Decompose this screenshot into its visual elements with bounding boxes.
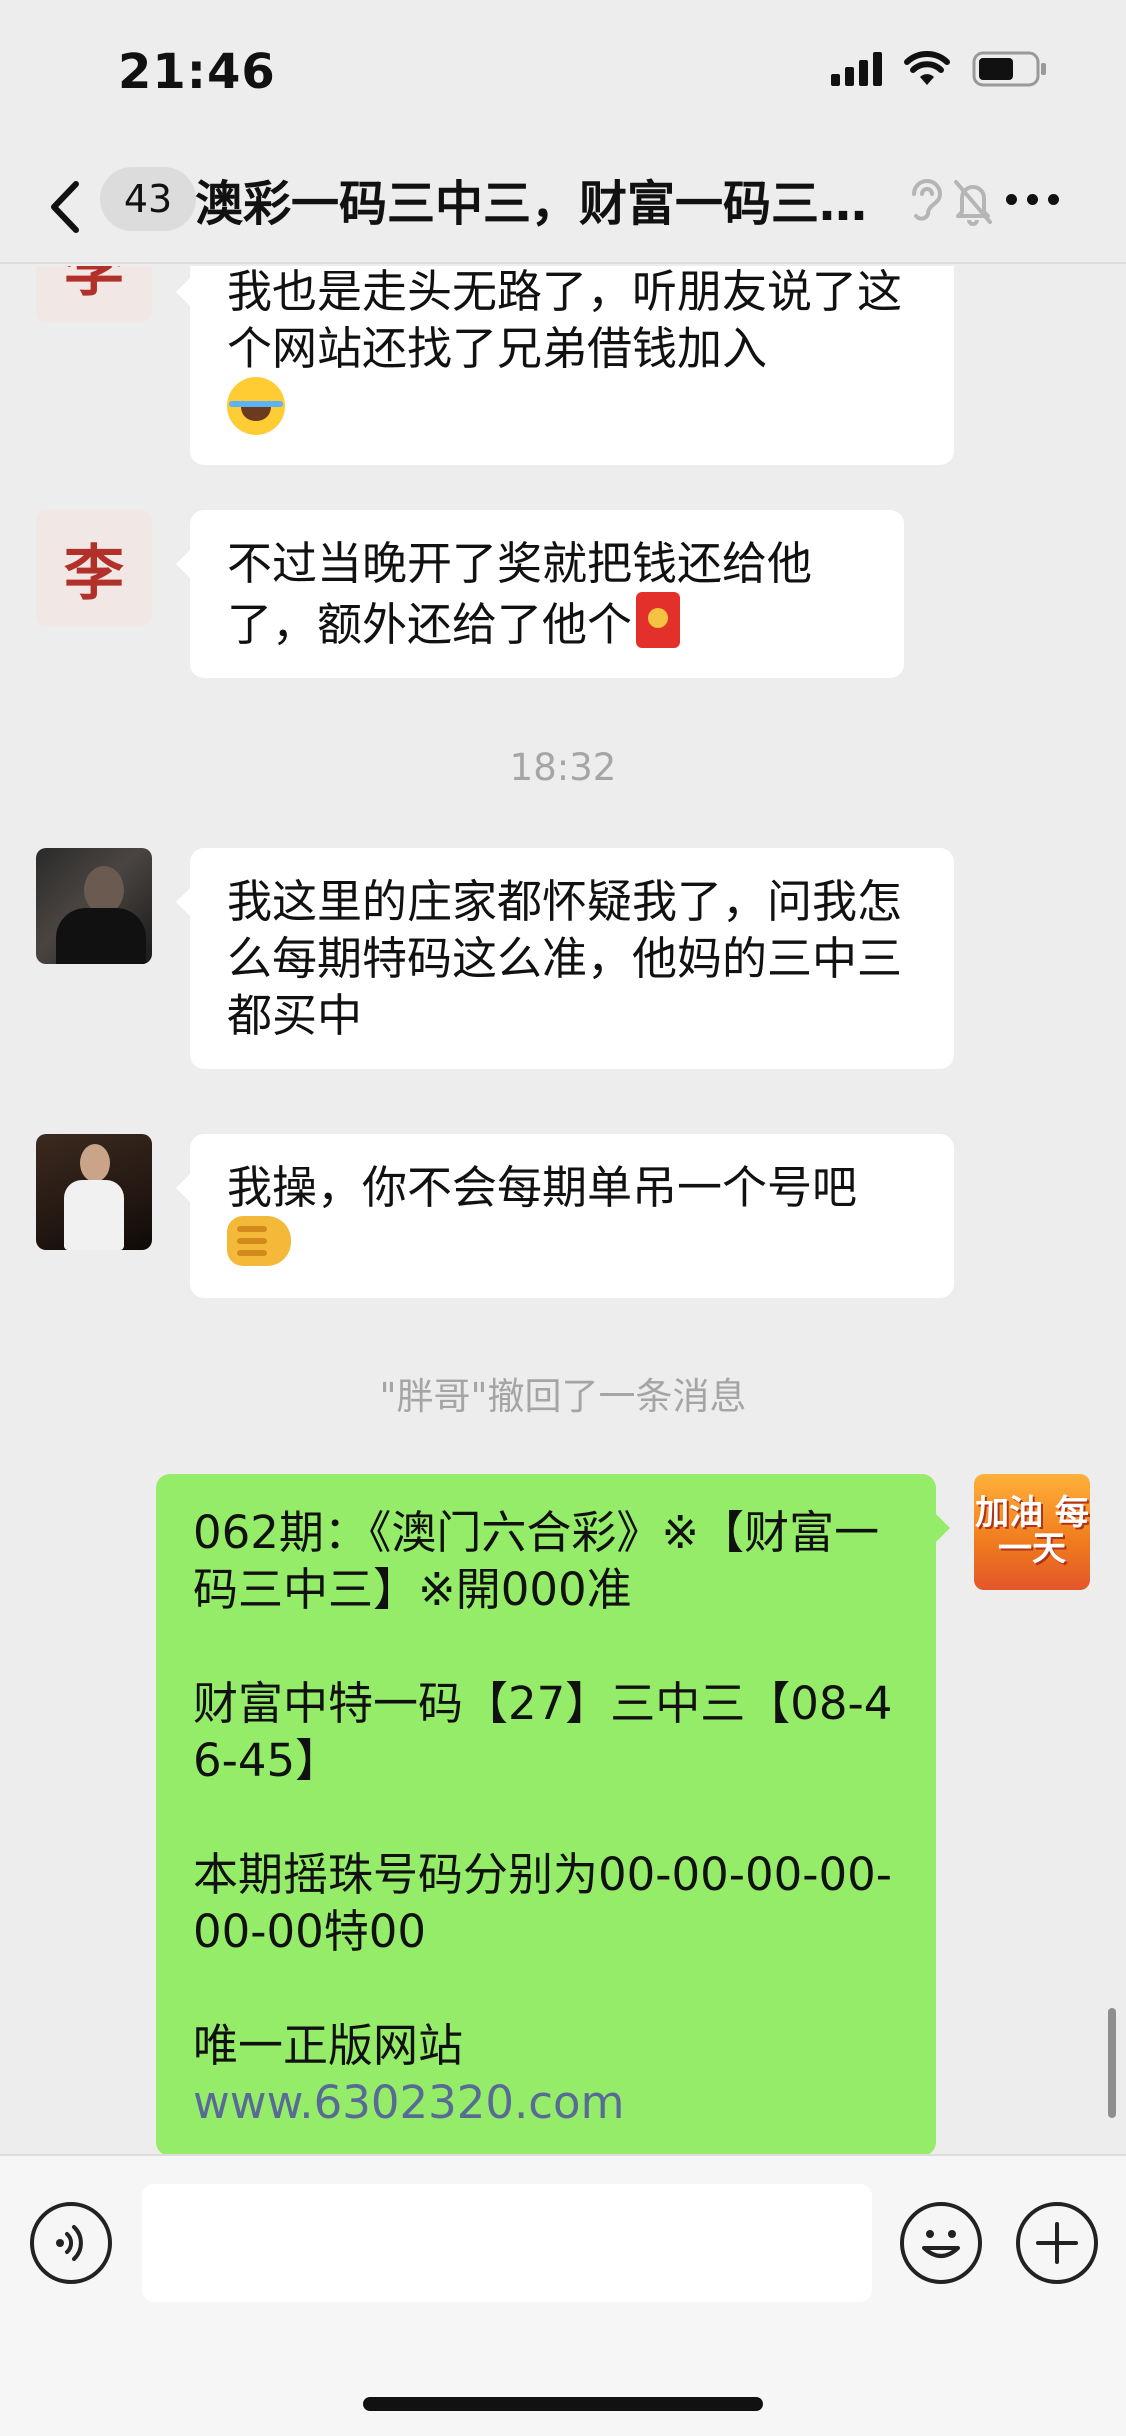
message-paragraph-text: 唯一正版网站 [193,2019,464,2072]
message-bubble[interactable]: 我操，你不会每期单吊一个号吧 [176,1134,954,1298]
chat-title: 澳彩一码三中三，财富一码三… [195,176,868,232]
message-paragraph: 本期摇珠号码分别为00-00-00-00-00-00特00 [193,1848,892,1958]
message-text: 我操，你不会每期单吊一个号吧 [227,1161,858,1214]
laughing-tears-emoji-icon [227,377,285,435]
chevron-left-icon[interactable] [40,174,90,240]
website-link[interactable]: www.6302320.com [193,2076,624,2129]
message-bubble[interactable]: 我也是走头无路了，听朋友说了这个网站还找了兄弟借钱加入 [176,266,954,465]
avatar-text: 加油 每一天 [975,1493,1089,1569]
message-list[interactable]: 李 我也是走头无路了，听朋友说了这个网站还找了兄弟借钱加入 李 不过当晚开了奖就… [0,266,1126,2154]
avatar-text: 李 [64,538,124,609]
scroll-indicator[interactable] [1108,2008,1116,2118]
avatar-text: 李 [64,266,124,305]
voice-icon[interactable] [30,2202,112,2284]
message-bubble[interactable]: 不过当晚开了奖就把钱还给他了，额外还给了他个 [176,510,904,678]
status-bar: 21:46 [0,0,1126,150]
ear-icon[interactable] [906,174,946,230]
message-bubble[interactable]: 我这里的庄家都怀疑我了，问我怎么每期特码这么准，他妈的三中三都买中 [176,848,954,1069]
red-packet-emoji-icon [636,592,681,648]
message-text: 我也是走头无路了，听朋友说了这个网站还找了兄弟借钱加入 [227,266,903,375]
avatar-self[interactable]: 加油 每一天 [974,1474,1090,1590]
status-time: 21:46 [118,44,276,100]
message-text: 不过当晚开了奖就把钱还给他了，额外还给了他个 [227,537,813,651]
message-paragraph: 财富中特一码【27】三中三【08-46-45】 [193,1677,893,1787]
message-input[interactable] [142,2184,872,2302]
smiley-icon[interactable] [900,2202,982,2284]
wifi-icon [904,51,950,87]
message-paragraph: 唯一正版网站 www.6302320.com [193,2017,899,2131]
message-paragraph: 062期：《澳门六合彩》※【财富一码三中三】※開000准 [193,1506,880,1616]
home-indicator[interactable] [363,2397,763,2411]
plus-icon[interactable] [1016,2202,1098,2284]
timestamp: 18:32 [509,746,617,789]
more-icon[interactable] [1006,194,1059,205]
cellular-signal-icon [831,52,882,86]
avatar[interactable] [36,848,152,964]
battery-icon [972,50,1048,88]
chat-header: 43 澳彩一码三中三，财富一码三… [0,150,1126,264]
bell-muted-icon [950,176,996,230]
recall-notice: "胖哥"撤回了一条消息 [379,1375,747,1418]
status-icons [831,50,1048,88]
unread-count-badge[interactable]: 43 [100,167,196,231]
avatar[interactable]: 李 [36,266,152,322]
avatar[interactable] [36,1134,152,1250]
avatar[interactable]: 李 [36,510,152,626]
fist-emoji-icon [227,1216,291,1266]
input-bar [0,2154,1126,2436]
self-message-bubble[interactable]: 062期：《澳门六合彩》※【财富一码三中三】※開000准 财富中特一码【27】三… [156,1474,950,2154]
message-text: 我这里的庄家都怀疑我了，问我怎么每期特码这么准，他妈的三中三都买中 [227,875,903,1042]
